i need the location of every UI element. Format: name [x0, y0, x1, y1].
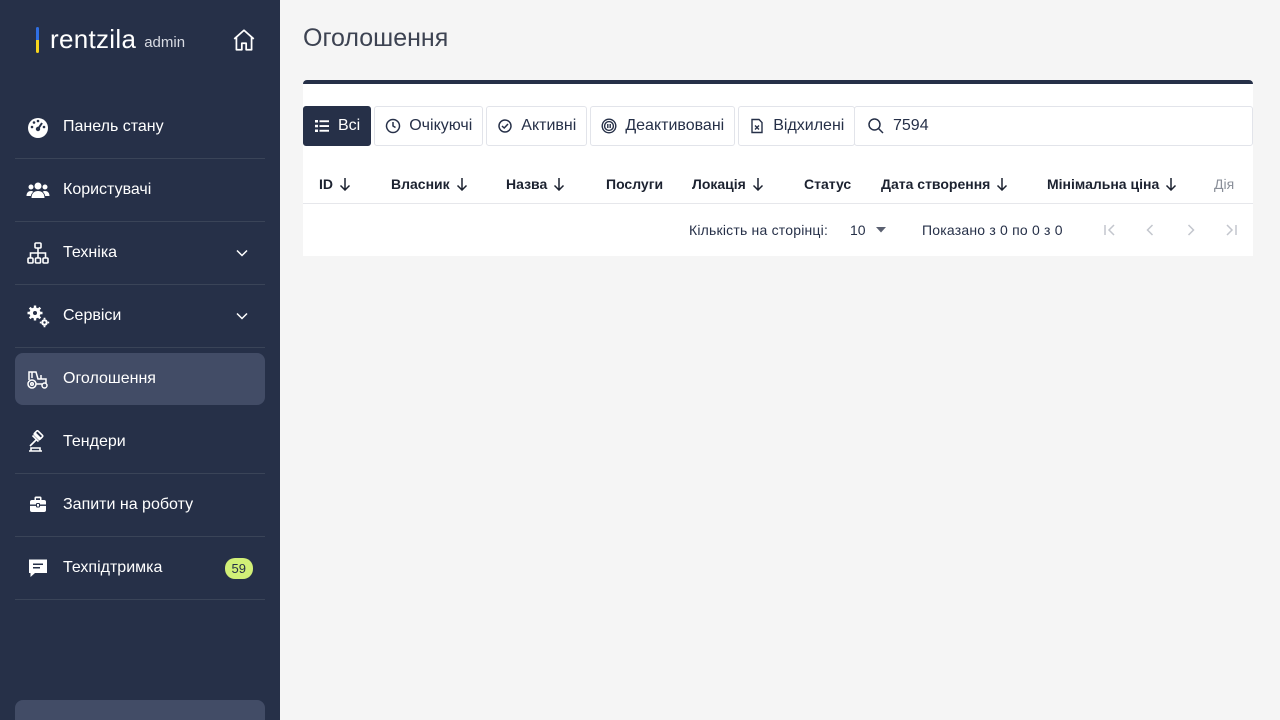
logo[interactable]: rentzila admin [36, 24, 185, 55]
tab-label: Активні [521, 117, 577, 134]
tab-pending[interactable]: Очікуючі [374, 106, 484, 146]
sidebar-item-label: Сервіси [63, 307, 122, 324]
profile-menu[interactable] [15, 700, 265, 720]
sidebar-nav: Панель стану Користувачі Техніка Сервіси [15, 96, 265, 600]
column-status: Статус [804, 176, 851, 192]
sidebar-item-label: Техпідтримка [63, 559, 163, 576]
column-name[interactable]: Назва [506, 176, 565, 192]
column-min-price[interactable]: Мінімальна ціна [1047, 176, 1177, 192]
table-header: ID Власник Назва Послуги Локація Статус … [303, 164, 1253, 204]
sort-arrow-icon [456, 178, 467, 191]
column-label: Локація [692, 176, 746, 192]
last-page-button[interactable] [1221, 220, 1241, 240]
pagination: Кількість на сторінці: 10 Показано з 0 п… [303, 204, 1253, 256]
caret-down-icon [875, 227, 886, 233]
column-id[interactable]: ID [319, 176, 351, 192]
column-label: Послуги [606, 176, 664, 192]
tab-rejected[interactable]: Відхилені [738, 106, 856, 146]
logo-suffix: admin [144, 34, 186, 51]
last-page-icon [1226, 224, 1237, 236]
briefcase-icon [26, 493, 50, 517]
tab-deactivated[interactable]: Деактивовані [590, 106, 736, 146]
search-input[interactable] [893, 117, 1213, 135]
tab-label: Всі [338, 117, 361, 134]
sidebar-item-label: Техніка [63, 244, 118, 261]
sidebar-item-label: Тендери [63, 433, 126, 450]
sort-arrow-icon [339, 178, 351, 191]
hierarchy-icon [26, 241, 50, 265]
column-label: ID [319, 176, 333, 192]
pagination-info: Показано з 0 по 0 з 0 [922, 222, 1063, 238]
home-icon[interactable] [231, 27, 257, 53]
sidebar-item-job-requests[interactable]: Запити на роботу [15, 474, 265, 537]
sidebar-item-machinery[interactable]: Техніка [15, 222, 265, 285]
prev-page-button[interactable] [1140, 220, 1160, 240]
column-label: Назва [506, 176, 548, 192]
pause-circle-icon [601, 118, 617, 134]
column-label: Мінімальна ціна [1047, 176, 1160, 192]
search-box [854, 106, 1253, 146]
column-created-date[interactable]: Дата створення [881, 176, 1008, 192]
column-location[interactable]: Локація [692, 176, 764, 192]
sidebar-item-label: Панель стану [63, 118, 164, 135]
gears-icon [26, 304, 50, 328]
rows-per-page-value: 10 [850, 222, 866, 238]
tab-label: Деактивовані [625, 117, 725, 134]
file-x-icon [751, 118, 763, 134]
tab-all[interactable]: Всі [303, 106, 372, 146]
list-icon [315, 120, 329, 132]
support-count-badge: 59 [224, 557, 253, 579]
users-icon [26, 178, 50, 202]
column-label: Дата створення [881, 176, 991, 192]
sidebar-item-services[interactable]: Сервіси [15, 285, 265, 348]
sidebar-item-listings[interactable]: Оголошення [15, 353, 265, 405]
tractor-icon [26, 367, 50, 391]
tab-active[interactable]: Активні [486, 106, 588, 146]
sidebar-item-tenders[interactable]: Тендери [15, 411, 265, 474]
sort-arrow-icon [997, 178, 1008, 191]
column-services: Послуги [606, 176, 663, 192]
sort-arrow-icon [1166, 178, 1177, 191]
sort-arrow-icon [752, 178, 763, 191]
check-circle-icon [498, 119, 513, 133]
chevron-down-icon[interactable] [235, 309, 249, 323]
search-icon [868, 118, 884, 134]
sidebar-item-label: Користувачі [63, 181, 152, 198]
column-action: Дія [1214, 176, 1234, 192]
sidebar-item-support[interactable]: Техпідтримка 59 [15, 537, 265, 600]
sort-arrow-icon [554, 178, 565, 191]
column-label: Статус [804, 176, 852, 192]
clock-icon [385, 118, 401, 134]
tab-label: Відхилені [773, 117, 845, 134]
sidebar-item-label: Оголошення [63, 370, 156, 387]
chevron-down-icon[interactable] [235, 246, 249, 260]
logo-mark [36, 26, 39, 53]
rows-per-page-label: Кількість на сторінці: [689, 222, 829, 238]
rows-per-page-select[interactable]: 10 [850, 222, 886, 238]
dashboard-icon [26, 115, 50, 139]
sidebar: rentzila admin Панель стану Користувачі … [0, 0, 280, 720]
next-page-button[interactable] [1181, 220, 1201, 240]
tab-label: Очікуючі [409, 117, 473, 134]
gavel-icon [26, 430, 50, 454]
logo-text: rentzila [50, 24, 137, 54]
listings-card: Всі Очікуючі Активні Деактивовані Відхил… [303, 80, 1253, 256]
column-label: Дія [1214, 176, 1235, 192]
sidebar-item-dashboard[interactable]: Панель стану [15, 96, 265, 159]
first-page-button[interactable] [1100, 220, 1120, 240]
page-title: Оголошення [303, 24, 449, 52]
column-label: Власник [391, 176, 450, 192]
column-owner[interactable]: Власник [391, 176, 468, 192]
first-page-icon [1104, 224, 1115, 236]
chevron-left-icon [1146, 224, 1154, 236]
chevron-right-icon [1187, 224, 1195, 236]
chat-icon [26, 556, 50, 580]
sidebar-item-users[interactable]: Користувачі [15, 159, 265, 222]
status-tabs: Всі Очікуючі Активні Деактивовані Відхил… [303, 106, 858, 146]
sidebar-item-label: Запити на роботу [63, 496, 194, 513]
